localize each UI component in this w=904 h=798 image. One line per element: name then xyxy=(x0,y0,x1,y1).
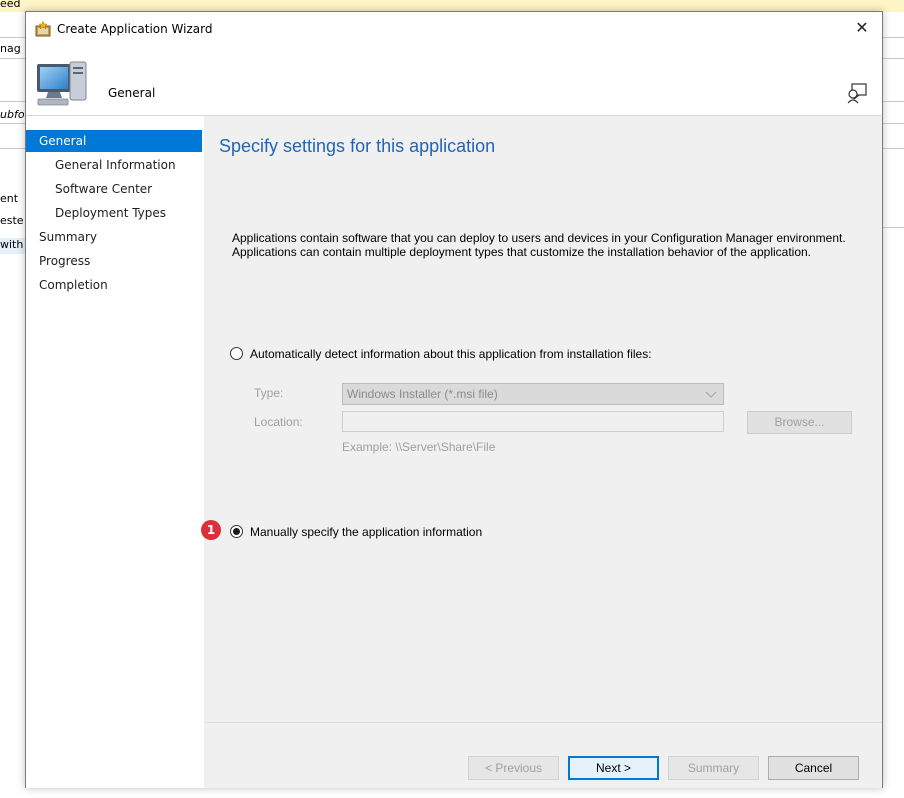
wizard-header: General xyxy=(26,46,882,116)
background-fragment: este xyxy=(0,214,24,227)
next-button[interactable]: Next > xyxy=(568,756,659,780)
sidebar-item-label: Summary xyxy=(39,230,97,244)
wizard-content-panel: Specify settings for this application Ap… xyxy=(201,116,882,722)
background-divider xyxy=(882,37,904,38)
description-text: Applications contain software that you c… xyxy=(232,231,872,259)
background-divider xyxy=(0,58,26,59)
description-line: Applications can contain multiple deploy… xyxy=(232,245,812,259)
step-number-badge: 1 xyxy=(201,520,221,540)
auto-detect-radio[interactable] xyxy=(230,347,243,360)
type-label: Type: xyxy=(254,386,284,400)
wizard-steps-sidebar: General General Information Software Cen… xyxy=(26,130,204,788)
feedback-smiley-icon[interactable] xyxy=(846,82,868,104)
wizard-footer: < Previous Next > Summary Cancel xyxy=(204,722,882,788)
title-bar[interactable]: Create Application Wizard ✕ xyxy=(26,12,882,46)
sidebar-item-software-center[interactable]: Software Center xyxy=(26,178,202,200)
manual-specify-radio-label[interactable]: Manually specify the application informa… xyxy=(250,525,482,539)
background-banner-text: eed xyxy=(0,0,21,10)
sidebar-item-deployment-types[interactable]: Deployment Types xyxy=(26,202,202,224)
sidebar-item-summary[interactable]: Summary xyxy=(26,226,202,248)
auto-detect-radio-label[interactable]: Automatically detect information about t… xyxy=(250,347,652,361)
background-divider xyxy=(0,148,26,149)
sidebar-item-label: Software Center xyxy=(55,182,153,196)
location-input[interactable] xyxy=(342,411,724,432)
browse-button[interactable]: Browse... xyxy=(747,411,852,434)
background-divider xyxy=(0,37,26,38)
description-line: Applications contain software that you c… xyxy=(232,231,846,245)
computer-icon xyxy=(37,61,87,106)
close-button[interactable]: ✕ xyxy=(850,18,874,40)
sidebar-item-label: General xyxy=(39,134,87,148)
cancel-button[interactable]: Cancel xyxy=(768,756,859,780)
create-application-wizard-dialog: Create Application Wizard ✕ General Gene… xyxy=(25,11,883,788)
type-dropdown-value: Windows Installer (*.msi file) xyxy=(347,387,498,401)
summary-button[interactable]: Summary xyxy=(668,756,759,780)
background-divider xyxy=(0,123,26,124)
background-divider xyxy=(882,58,904,59)
background-fragment: with xyxy=(0,238,25,254)
background-divider xyxy=(882,101,904,102)
radio-selected-dot xyxy=(233,528,240,535)
sidebar-item-completion[interactable]: Completion xyxy=(26,274,202,296)
sidebar-item-label: General Information xyxy=(55,158,176,172)
header-title: General xyxy=(108,86,156,100)
previous-button[interactable]: < Previous xyxy=(468,756,559,780)
location-example-text: Example: \\Server\Share\File xyxy=(342,440,496,454)
close-icon: ✕ xyxy=(855,20,869,37)
sidebar-item-general-information[interactable]: General Information xyxy=(26,154,202,176)
chevron-down-icon xyxy=(705,391,717,398)
sidebar-item-general[interactable]: General xyxy=(26,130,202,152)
manual-specify-radio[interactable] xyxy=(230,525,243,538)
background-fragment: ent xyxy=(0,192,19,205)
sidebar-item-label: Deployment Types xyxy=(55,206,167,220)
background-fragment: ubfo xyxy=(0,108,25,121)
sidebar-item-label: Progress xyxy=(39,254,91,268)
location-label: Location: xyxy=(254,415,303,429)
wizard-app-icon xyxy=(35,21,51,37)
background-divider xyxy=(882,123,904,124)
background-divider xyxy=(0,101,26,102)
type-dropdown[interactable]: Windows Installer (*.msi file) xyxy=(342,383,724,405)
sidebar-item-label: Completion xyxy=(39,278,108,292)
background-divider xyxy=(882,148,904,149)
page-title: Specify settings for this application xyxy=(219,136,496,156)
sidebar-item-progress[interactable]: Progress xyxy=(26,250,202,272)
background-divider xyxy=(882,227,904,228)
background-fragment: nag xyxy=(0,42,21,55)
dialog-title: Create Application Wizard xyxy=(57,22,213,36)
